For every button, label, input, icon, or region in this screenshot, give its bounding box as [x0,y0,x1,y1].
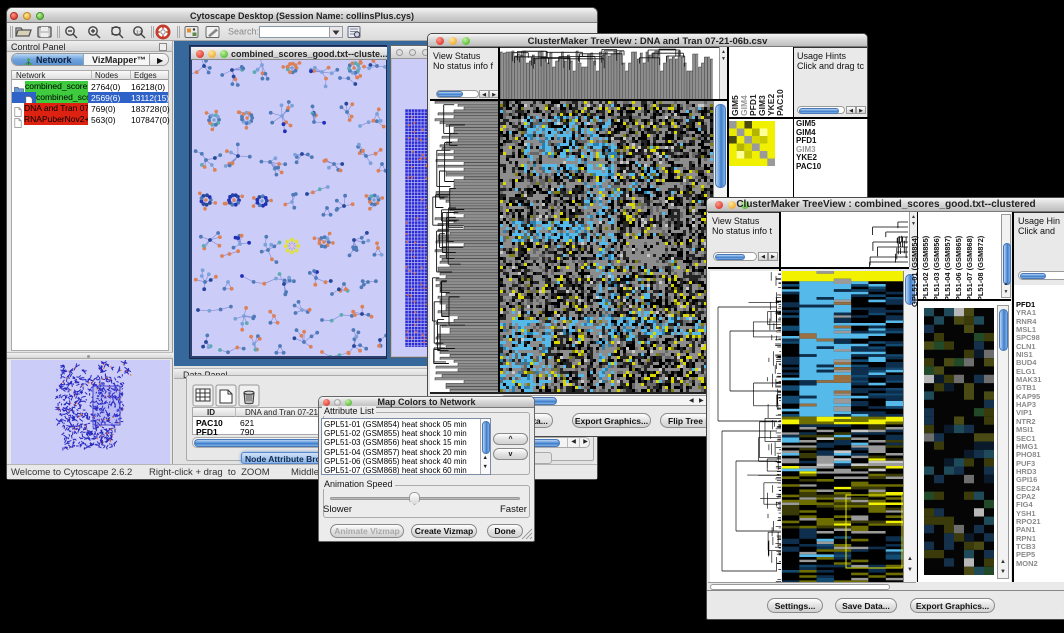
svg-text:Search:: Search: [228,27,259,37]
svg-text:1:1: 1:1 [136,30,143,35]
